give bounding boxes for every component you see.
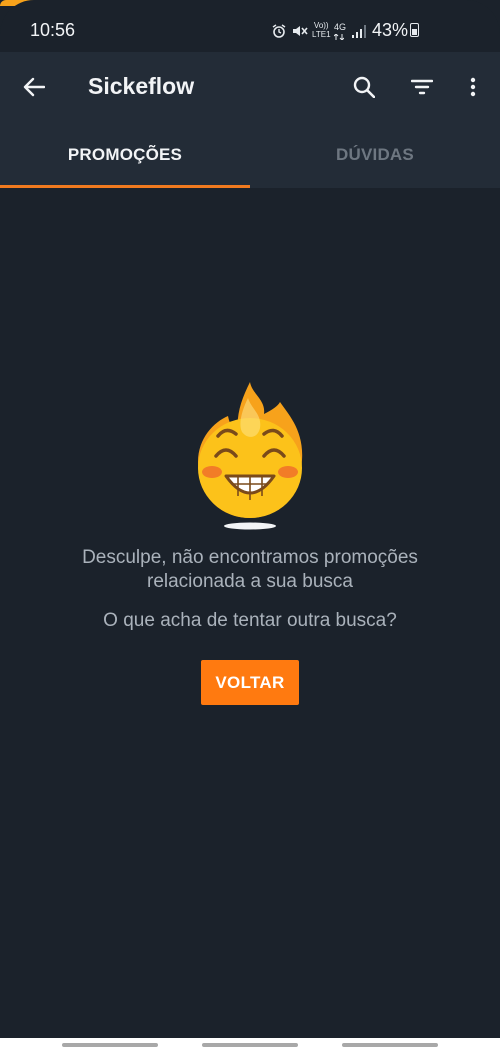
tab-bar: PROMOÇÕES DÚVIDAS [0, 122, 500, 188]
empty-suggestion: O que acha de tentar outra busca? [103, 610, 397, 631]
4g-label: 4G [334, 22, 347, 32]
volte-icon: Vo)) LTE1 [312, 21, 331, 39]
voltar-button[interactable]: VOLTAR [201, 660, 299, 705]
app-bar: Sickeflow [0, 52, 500, 122]
back-button[interactable] [16, 69, 52, 105]
status-time: 10:56 [30, 20, 76, 40]
mute-icon [292, 24, 308, 43]
tab-indicator [0, 185, 250, 188]
status-bar: 10:56 Vo)) LTE1 4G 43% [0, 0, 500, 52]
tab-label: PROMOÇÕES [67, 145, 183, 164]
app-title: Sickeflow [88, 73, 195, 99]
battery-percent: 43% [372, 20, 409, 40]
filter-button[interactable] [404, 69, 440, 105]
search-button[interactable] [346, 69, 382, 105]
nav-hint-center[interactable] [202, 1043, 298, 1047]
4g-icon: 4G [333, 22, 347, 42]
search-icon [353, 76, 375, 98]
system-nav-bar [0, 1038, 500, 1056]
nav-hint-left[interactable] [62, 1043, 158, 1047]
alarm-icon [272, 24, 286, 43]
more-vert-icon [470, 77, 476, 97]
signal-icon [352, 25, 366, 43]
more-options-button[interactable] [455, 69, 491, 105]
empty-message: Desculpe, não encontramos promoções rela… [30, 546, 470, 594]
battery-icon [410, 23, 419, 37]
empty-message-line1: Desculpe, não encontramos promoções [82, 547, 418, 568]
flame-mascot-icon [198, 382, 303, 530]
empty-message-line2: relacionada a sua busca [147, 571, 353, 592]
nav-hint-right[interactable] [342, 1043, 438, 1047]
tab-promocoes[interactable]: PROMOÇÕES [0, 122, 250, 188]
tab-duvidas[interactable]: DÚVIDAS [250, 122, 500, 188]
filter-icon [411, 79, 433, 95]
tab-label: DÚVIDAS [336, 145, 414, 164]
arrow-left-icon [23, 77, 45, 97]
